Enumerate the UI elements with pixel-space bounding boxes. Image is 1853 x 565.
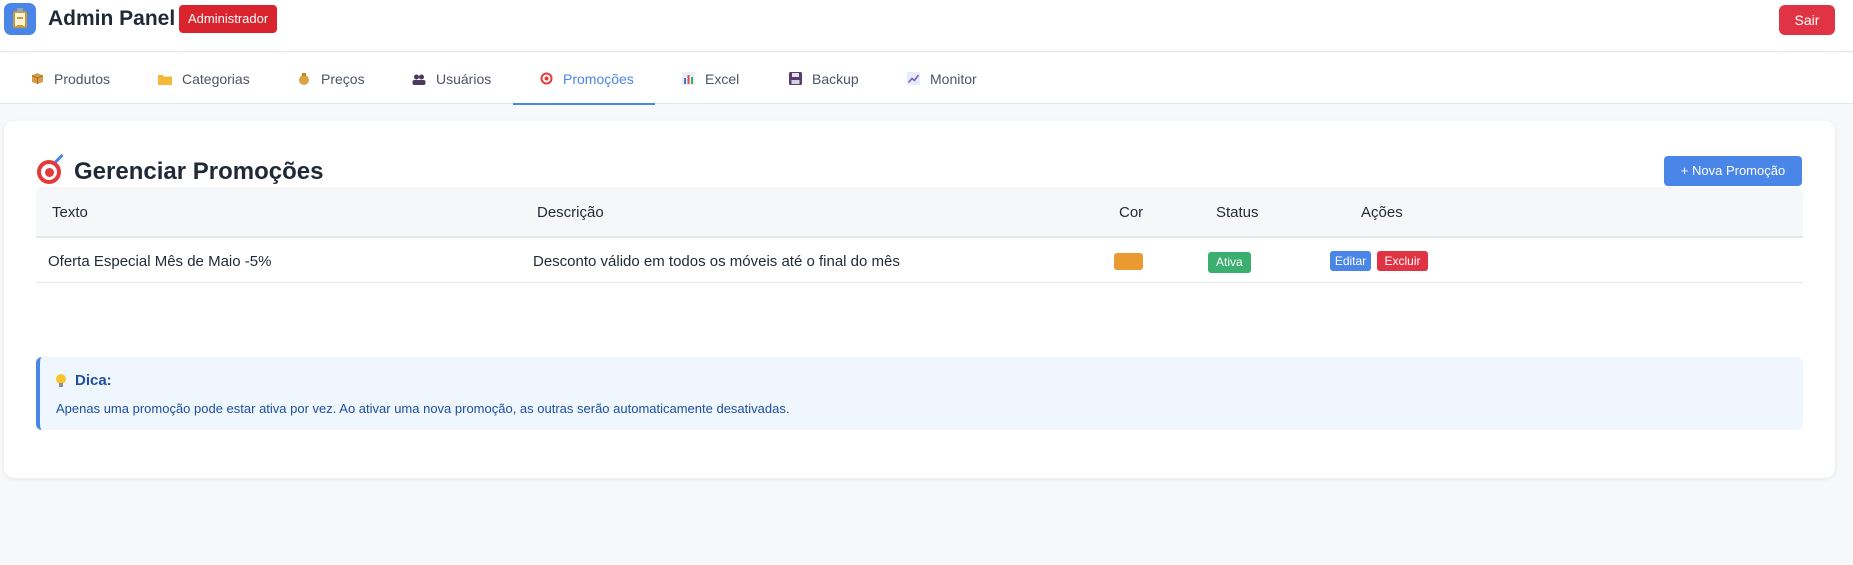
- money-bag-icon: [297, 72, 311, 86]
- floppy-disk-icon: [788, 72, 802, 86]
- tip-title-text: Dica:: [75, 372, 112, 389]
- tab-label: Preços: [321, 70, 365, 87]
- tab-label: Backup: [812, 70, 859, 87]
- tab-promocoes[interactable]: Promoções: [513, 53, 655, 105]
- header-texto: Texto: [52, 204, 88, 221]
- table-row: Oferta Especial Mês de Maio -5% Desconto…: [36, 240, 1803, 283]
- tab-label: Usuários: [436, 70, 492, 87]
- tab-precos[interactable]: Preços: [297, 53, 365, 104]
- tab-categorias[interactable]: Categorias: [158, 53, 250, 104]
- header-descricao: Descrição: [537, 204, 604, 221]
- app-title: Admin Panel: [48, 7, 176, 30]
- tab-usuarios[interactable]: Usuários: [412, 53, 491, 104]
- tip-title: Dica:: [56, 372, 112, 389]
- page-title: Gerenciar Promoções: [37, 153, 324, 187]
- tab-produtos[interactable]: Produtos: [30, 53, 110, 104]
- tab-label: Produtos: [54, 70, 111, 87]
- tab-monitor[interactable]: Monitor: [906, 53, 977, 104]
- cell-descricao: Desconto válido em todos os móveis até o…: [533, 253, 900, 270]
- header-cor: Cor: [1119, 204, 1144, 221]
- tab-label: Excel: [705, 70, 740, 87]
- clipboard-icon: [4, 3, 36, 35]
- tip-text: Apenas uma promoção pode estar ativa por…: [56, 401, 790, 416]
- folder-icon: [158, 72, 172, 86]
- status-badge: Ativa: [1208, 252, 1251, 273]
- color-swatch: [1114, 253, 1143, 270]
- tip-box: Dica: Apenas uma promoção pode estar ati…: [36, 357, 1803, 430]
- page-title-text: Gerenciar Promoções: [74, 158, 324, 185]
- header-status: Status: [1216, 204, 1259, 221]
- tab-backup[interactable]: Backup: [788, 53, 859, 104]
- target-icon: [37, 153, 64, 184]
- role-badge: Administrador: [179, 5, 278, 33]
- cell-texto: Oferta Especial Mês de Maio -5%: [48, 253, 272, 270]
- tab-label: Monitor: [930, 70, 977, 87]
- target-icon: [539, 72, 553, 86]
- tab-excel[interactable]: Excel: [681, 53, 739, 104]
- edit-button[interactable]: Editar: [1330, 251, 1371, 271]
- tab-label: Promoções: [563, 70, 634, 87]
- users-icon: [412, 72, 426, 86]
- header-acoes: Ações: [1361, 204, 1403, 221]
- trend-chart-icon: [906, 72, 920, 86]
- package-icon: [30, 72, 44, 86]
- logout-button[interactable]: Sair: [1779, 5, 1835, 35]
- top-header: Admin Panel Administrador Sair: [0, 0, 1853, 52]
- new-promotion-button[interactable]: + Nova Promoção: [1664, 156, 1802, 186]
- nav-tabs: Produtos Categorias Preços Usuários Prom…: [0, 53, 1853, 105]
- table-header: Texto Descrição Cor Status Ações: [36, 187, 1803, 238]
- promotions-card: Gerenciar Promoções + Nova Promoção Text…: [4, 121, 1835, 478]
- tab-label: Categorias: [182, 70, 250, 87]
- bar-chart-icon: [681, 72, 695, 86]
- lightbulb-icon: [56, 373, 66, 388]
- delete-button[interactable]: Excluir: [1377, 251, 1428, 271]
